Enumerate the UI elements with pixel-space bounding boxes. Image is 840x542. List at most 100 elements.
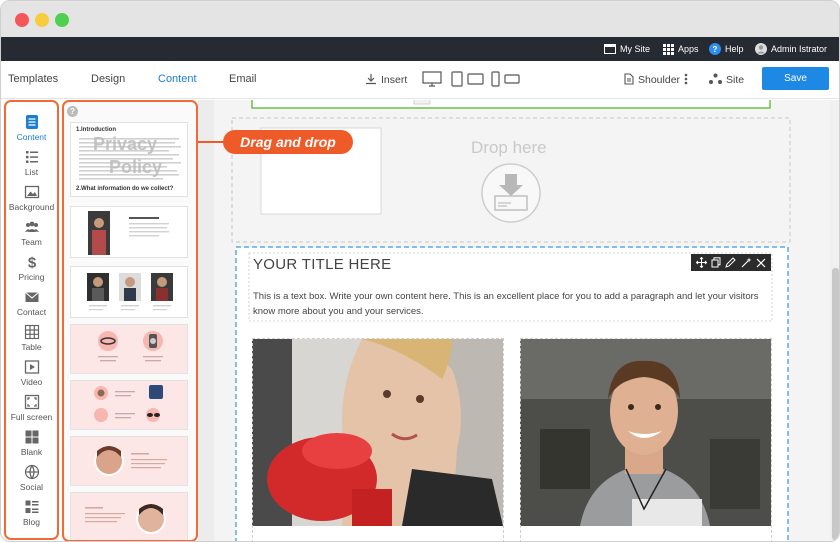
sidebar-item-label: Content: [16, 132, 47, 142]
sidebar-item-contact[interactable]: Contact: [6, 289, 57, 317]
sidebar-item-label: Full screen: [10, 412, 53, 422]
tab-email[interactable]: Email: [229, 73, 257, 85]
desktop-view-button[interactable]: [422, 70, 442, 90]
section-body-text[interactable]: This is a text box. Write your own conte…: [253, 289, 773, 319]
sidebar-item-label: Background: [8, 202, 55, 212]
help-icon[interactable]: ?: [67, 106, 78, 117]
sidebar-item-pricing[interactable]: $ Pricing: [6, 254, 57, 283]
privacy-watermark-line1: Privacy: [93, 134, 158, 154]
user-name: Admin Istrator: [771, 44, 828, 54]
sitemap-icon: [709, 73, 722, 88]
maximize-window-button[interactable]: [55, 13, 69, 27]
tablet-view-button[interactable]: [451, 70, 485, 90]
mobile-icon: [491, 70, 523, 90]
download-icon: [365, 73, 377, 88]
user-menu[interactable]: Admin Istrator: [755, 37, 827, 61]
tab-templates[interactable]: Templates: [8, 73, 58, 85]
sidebar-item-label: Team: [21, 237, 42, 247]
element-toolbar: [691, 254, 771, 271]
sidebar-item-label: Contact: [16, 307, 47, 317]
template-thumbnail-portrait-right[interactable]: [70, 492, 188, 540]
mobile-view-button[interactable]: [491, 70, 523, 90]
drop-here-label: Drop here: [471, 138, 547, 157]
tablet-icon: [451, 70, 485, 90]
magic-wand-icon[interactable]: [741, 257, 752, 268]
sidebar-item-table[interactable]: Table: [6, 324, 57, 352]
tab-content[interactable]: Content: [158, 73, 197, 85]
sidebar-item-team[interactable]: Team: [6, 219, 57, 247]
sidebar-item-background[interactable]: Background: [6, 184, 57, 212]
canvas-scrollbar[interactable]: [830, 100, 839, 541]
sidebar-item-label: Social: [19, 482, 44, 492]
shoulder-label: Shoulder: [638, 74, 681, 86]
my-site-link[interactable]: My Site: [604, 37, 650, 61]
section-title[interactable]: YOUR TITLE HERE: [253, 256, 391, 273]
site-button[interactable]: Site: [709, 70, 744, 90]
sidebar-item-label: List: [24, 167, 39, 177]
help-icon: ?: [709, 43, 721, 55]
blog-icon: [25, 500, 38, 513]
document-icon: [624, 72, 634, 88]
edit-icon[interactable]: [725, 257, 737, 268]
sidebar-item-label: Table: [21, 342, 42, 352]
team-preview: [87, 273, 173, 311]
template-thumbnail-portrait-left[interactable]: [70, 436, 188, 486]
blank-icon: [25, 430, 38, 444]
site-label: Site: [726, 74, 745, 86]
list-icon: [25, 151, 38, 163]
help-link[interactable]: ? Help: [709, 37, 744, 61]
portrait-right-preview: [85, 504, 166, 534]
apps-link[interactable]: Apps: [662, 37, 699, 61]
top-bar: My Site Apps ? Help Admin Istrator: [1, 37, 839, 61]
template-thumbnail-person-text[interactable]: [70, 206, 188, 258]
portrait-left-preview: [94, 446, 167, 476]
team-icon: [24, 221, 39, 232]
sidebar-item-label: Blog: [22, 517, 40, 527]
avatar-icon: [755, 43, 767, 55]
scrollbar-thumb[interactable]: [832, 268, 839, 540]
sidebar-item-label: Pricing: [18, 272, 45, 282]
product-grid-preview: [94, 385, 163, 422]
insert-button[interactable]: Insert: [365, 70, 407, 90]
boxer-image[interactable]: [252, 339, 503, 526]
insert-label: Insert: [381, 74, 408, 86]
template-thumbnail-privacy[interactable]: 1.Introduction Privacy Policy 2.What inf…: [70, 122, 188, 197]
privacy-heading-2: 2.What information do we collect?: [76, 186, 174, 192]
fullscreen-icon: [24, 394, 39, 410]
move-icon[interactable]: [696, 257, 708, 268]
app-window: My Site Apps ? Help Admin Istrator Templ…: [0, 0, 840, 542]
background-icon: [24, 185, 39, 199]
tab-design[interactable]: Design: [91, 73, 125, 85]
close-window-button[interactable]: [15, 13, 29, 27]
shoulder-button[interactable]: Shoulder: [624, 70, 688, 90]
sidebar-item-content[interactable]: Content: [6, 114, 57, 142]
person-text-preview: [88, 211, 169, 255]
duplicate-icon[interactable]: [711, 257, 721, 268]
sidebar-item-video[interactable]: Video: [6, 359, 57, 387]
sidebar-item-fullscreen[interactable]: Full screen: [6, 394, 57, 422]
save-button[interactable]: Save: [762, 67, 829, 90]
trainer-image[interactable]: [520, 339, 771, 526]
minimize-window-button[interactable]: [35, 13, 49, 27]
template-thumbnail-products[interactable]: [70, 324, 188, 374]
privacy-heading: 1.Introduction: [76, 127, 116, 133]
sidebar-item-blank[interactable]: Blank: [6, 429, 57, 457]
apps-label: Apps: [678, 44, 699, 54]
template-thumbnail-product-grid[interactable]: [70, 380, 188, 430]
sidebar-item-social[interactable]: Social: [6, 464, 57, 492]
sidebar-item-list[interactable]: List: [6, 149, 57, 177]
editor-toolbar: Templates Design Content Email Insert Sh…: [1, 61, 839, 99]
products-preview: [98, 331, 163, 362]
more-vertical-icon[interactable]: [684, 73, 688, 88]
panel-gutter: [198, 100, 214, 541]
help-label: Help: [725, 44, 744, 54]
callout-connector: [198, 141, 224, 143]
sidebar-item-blog[interactable]: Blog: [6, 499, 57, 527]
svg-text:?: ?: [713, 45, 718, 54]
sidebar-item-label: Blank: [20, 447, 43, 457]
content-icon: [25, 115, 38, 129]
close-icon[interactable]: [756, 258, 766, 268]
template-thumbnail-team[interactable]: [70, 266, 188, 318]
social-icon: [24, 464, 39, 480]
mail-icon: [24, 292, 39, 302]
